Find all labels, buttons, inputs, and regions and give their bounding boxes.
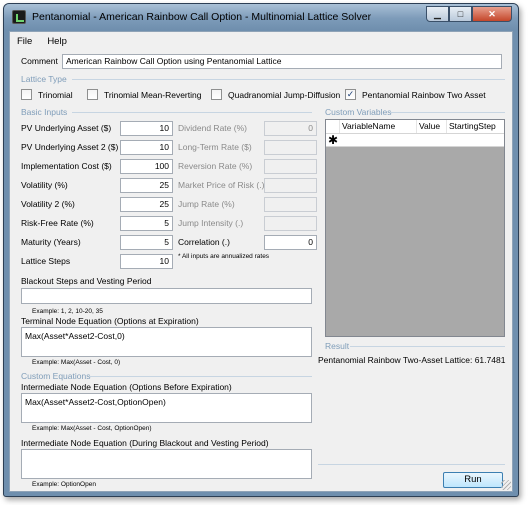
bottom-divider — [318, 464, 505, 465]
dividend-rate-label: Dividend Rate (%) — [178, 123, 247, 133]
title-bar[interactable]: Pentanomial - American Rainbow Call Opti… — [4, 4, 518, 30]
custom-equations-heading: Custom Equations — [21, 371, 91, 381]
pv-underlying-asset-2-label: PV Underlying Asset 2 ($) — [21, 142, 119, 152]
blackout-label: Blackout Steps and Vesting Period — [21, 276, 152, 286]
dividend-rate-field[interactable]: 0 — [264, 121, 317, 136]
grid-header: VariableName Value StartingStep — [326, 120, 504, 134]
grid-corner — [326, 120, 340, 133]
column-variable-name[interactable]: VariableName — [340, 120, 417, 133]
quadranomial-check-box — [211, 89, 222, 100]
blackout-field[interactable] — [21, 288, 312, 304]
market-price-of-risk-field[interactable] — [264, 178, 317, 193]
lattice-type-divider — [72, 79, 505, 80]
column-starting-step[interactable]: StartingStep — [447, 120, 504, 133]
implementation-cost-field[interactable]: 100 — [120, 159, 173, 174]
implementation-cost-label: Implementation Cost ($) — [21, 161, 112, 171]
result-value: Pentanomial Rainbow Two-Asset Lattice: 6… — [318, 355, 506, 365]
run-button[interactable]: Run — [443, 472, 503, 488]
pv-underlying-asset-field[interactable]: 10 — [120, 121, 173, 136]
lattice-type-heading: Lattice Type — [21, 74, 67, 84]
intermediate-example: Example: Max(Asset - Cost, OptionOpen) — [32, 425, 152, 432]
comment-field[interactable]: American Rainbow Call Option using Penta… — [62, 54, 502, 69]
menu-bar: File Help — [10, 32, 512, 50]
grid-new-row[interactable]: ✱ — [326, 133, 504, 147]
app-window: Pentanomial - American Rainbow Call Opti… — [3, 3, 519, 497]
trinomial-mean-reverting-label: Trinomial Mean-Reverting — [104, 89, 202, 100]
column-value[interactable]: Value — [417, 120, 447, 133]
app-icon — [12, 10, 26, 24]
blackout-node-equation-label: Intermediate Node Equation (During Black… — [21, 438, 269, 448]
blackout-node-example: Example: OptionOpen — [32, 481, 96, 488]
long-term-rate-field[interactable] — [264, 140, 317, 155]
maturity-label: Maturity (Years) — [21, 237, 81, 247]
comment-label: Comment — [21, 56, 58, 66]
correlation-field[interactable]: 0 — [264, 235, 317, 250]
menu-help[interactable]: Help — [40, 32, 75, 50]
pentanomial-check-box: ✓ — [345, 89, 356, 100]
trinomial-mean-reverting-check-box — [87, 89, 98, 100]
pv-underlying-asset-label: PV Underlying Asset ($) — [21, 123, 112, 133]
result-heading: Result — [325, 341, 350, 351]
lattice-steps-label: Lattice Steps — [21, 256, 71, 266]
reversion-rate-label: Reversion Rate (%) — [178, 161, 253, 171]
trinomial-label: Trinomial — [38, 89, 73, 100]
blackout-node-equation-field[interactable] — [21, 449, 312, 479]
custom-variables-divider — [390, 112, 505, 113]
result-divider — [350, 346, 505, 347]
close-button[interactable]: ✕ — [472, 6, 512, 22]
window-title: Pentanomial - American Rainbow Call Opti… — [32, 11, 372, 23]
reversion-rate-field[interactable] — [264, 159, 317, 174]
resize-grip-icon[interactable] — [501, 480, 511, 490]
menu-file[interactable]: File — [10, 32, 40, 50]
pentanomial-checkbox[interactable]: ✓ Pentanomial Rainbow Two Asset — [345, 89, 486, 100]
pentanomial-label: Pentanomial Rainbow Two Asset — [362, 89, 486, 100]
blackout-example: Example: 1, 2, 10-20, 35 — [32, 308, 103, 315]
quadranomial-checkbox[interactable]: Quadranomial Jump-Diffusion — [211, 89, 340, 100]
custom-variables-heading: Custom Variables — [325, 107, 392, 117]
trinomial-check-box — [21, 89, 32, 100]
volatility-2-label: Volatility 2 (%) — [21, 199, 75, 209]
volatility-label: Volatility (%) — [21, 180, 68, 190]
intermediate-equation-field[interactable]: Max(Asset*Asset2-Cost,OptionOpen) — [21, 393, 312, 423]
volatility-2-field[interactable]: 25 — [120, 197, 173, 212]
jump-rate-label: Jump Rate (%) — [178, 199, 235, 209]
market-price-of-risk-label: Market Price of Risk (.) — [178, 180, 265, 190]
jump-intensity-label: Jump Intensity (.) — [178, 218, 244, 228]
long-term-rate-label: Long-Term Rate ($) — [178, 142, 252, 152]
terminal-equation-field[interactable]: Max(Asset*Asset2-Cost,0) — [21, 327, 312, 357]
trinomial-checkbox[interactable]: Trinomial — [21, 89, 73, 100]
maturity-field[interactable]: 5 — [120, 235, 173, 250]
basic-inputs-heading: Basic Inputs — [21, 107, 68, 117]
client-area: File Help Comment American Rainbow Call … — [9, 31, 513, 492]
risk-free-rate-label: Risk-Free Rate (%) — [21, 218, 94, 228]
terminal-example: Example: Max(Asset - Cost, 0) — [32, 359, 121, 366]
custom-variables-grid[interactable]: VariableName Value StartingStep ✱ — [325, 119, 505, 337]
jump-rate-field[interactable] — [264, 197, 317, 212]
jump-intensity-field[interactable] — [264, 216, 317, 231]
quadranomial-label: Quadranomial Jump-Diffusion — [228, 89, 341, 100]
annualized-note: * All inputs are annualized rates — [178, 253, 270, 260]
pv-underlying-asset-2-field[interactable]: 10 — [120, 140, 173, 155]
custom-equations-divider — [90, 376, 312, 377]
intermediate-equation-label: Intermediate Node Equation (Options Befo… — [21, 382, 232, 392]
trinomial-mean-reverting-checkbox[interactable]: Trinomial Mean-Reverting — [87, 89, 201, 100]
volatility-field[interactable]: 25 — [120, 178, 173, 193]
maximize-button[interactable]: □ — [449, 6, 472, 22]
terminal-equation-label: Terminal Node Equation (Options at Expir… — [21, 316, 199, 326]
risk-free-rate-field[interactable]: 5 — [120, 216, 173, 231]
minimize-button[interactable]: ▁ — [426, 6, 449, 22]
lattice-steps-field[interactable]: 10 — [120, 254, 173, 269]
correlation-label: Correlation (.) — [178, 237, 230, 247]
new-row-icon: ✱ — [328, 133, 339, 147]
basic-inputs-divider — [72, 112, 312, 113]
